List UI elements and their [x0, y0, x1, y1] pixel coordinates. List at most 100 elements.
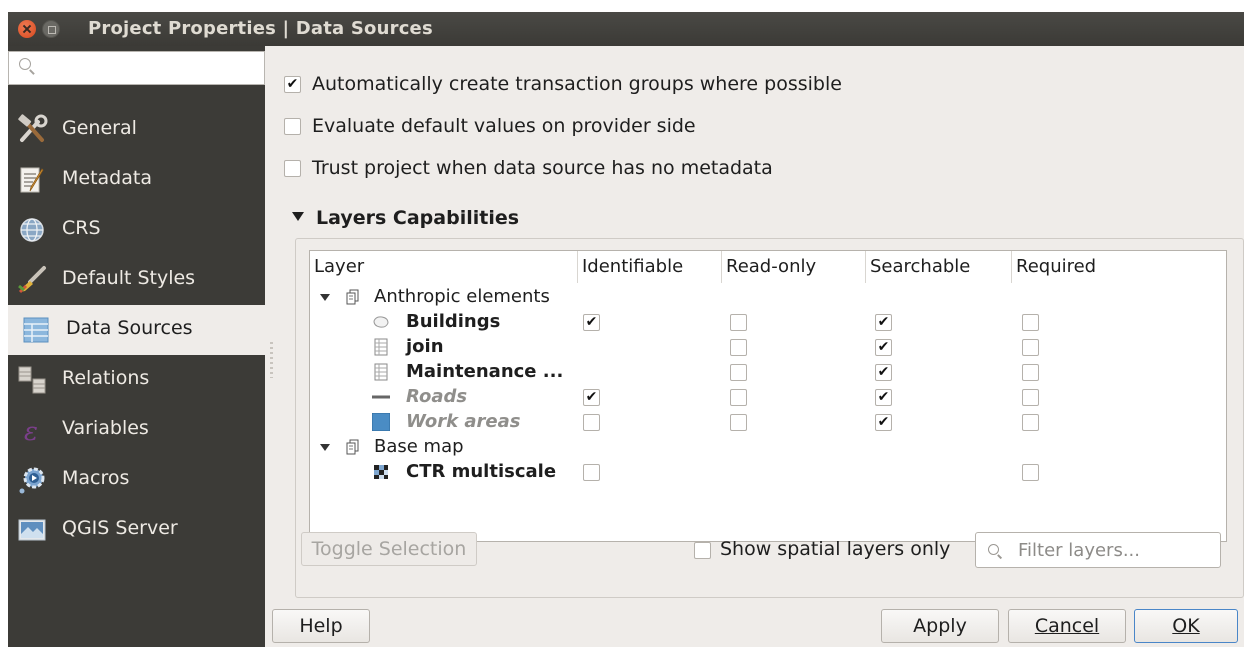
server-map-icon — [18, 519, 46, 541]
sidebar-item-label: QGIS Server — [62, 517, 178, 539]
relations-icon — [18, 366, 46, 394]
tree-row-layer[interactable]: Roads ✔ ✔ — [310, 385, 1226, 410]
column-header-required[interactable]: Required — [1012, 251, 1226, 283]
search-icon — [19, 58, 31, 70]
sidebar-item-general[interactable]: General — [8, 105, 265, 155]
option-label: Automatically create transaction groups … — [312, 73, 842, 95]
sidebar-item-label: Data Sources — [66, 317, 193, 339]
tree-row-group[interactable]: Base map — [310, 435, 1226, 460]
show-spatial-layers-checkbox[interactable] — [694, 542, 711, 559]
transaction-groups-checkbox[interactable]: ✔ — [284, 76, 301, 93]
readonly-checkbox[interactable] — [730, 364, 747, 381]
ok-button[interactable]: OK — [1134, 609, 1238, 643]
layer-name: Work areas — [406, 411, 521, 432]
table-layer-icon — [374, 338, 388, 356]
layer-group-icon — [346, 289, 359, 305]
required-checkbox[interactable] — [1022, 414, 1039, 431]
tree-row-group[interactable]: Anthropic elements — [310, 285, 1226, 310]
filter-layers-input[interactable]: Filter layers... — [975, 532, 1221, 568]
layer-name: Buildings — [406, 311, 501, 332]
layers-capabilities-header[interactable]: Layers Capabilities — [292, 207, 519, 229]
collapse-triangle-icon — [292, 212, 304, 221]
fill-layer-icon — [372, 413, 390, 431]
tree-row-layer[interactable]: Work areas ✔ — [310, 410, 1226, 435]
sidebar: General Metadata CRS Default Styles Data… — [8, 46, 265, 647]
sidebar-item-qgis-server[interactable]: QGIS Server — [8, 505, 265, 555]
table-icon — [23, 317, 49, 343]
title-bar: Project Properties | Data Sources — [8, 12, 1244, 46]
required-checkbox[interactable] — [1022, 314, 1039, 331]
trust-project-checkbox[interactable] — [284, 160, 301, 177]
required-checkbox[interactable] — [1022, 339, 1039, 356]
required-checkbox[interactable] — [1022, 364, 1039, 381]
tree-row-layer[interactable]: CTR multiscale — [310, 460, 1226, 485]
sidebar-item-label: General — [62, 117, 137, 139]
group-name: Base map — [374, 436, 464, 457]
layer-name: CTR multiscale — [406, 461, 557, 482]
hammer-wrench-icon — [18, 114, 48, 142]
line-layer-icon — [372, 395, 390, 399]
tree-row-layer[interactable]: Maintenance ... ✔ — [310, 360, 1226, 385]
identifiable-checkbox[interactable]: ✔ — [583, 314, 600, 331]
group-name: Anthropic elements — [374, 286, 550, 307]
splitter-handle[interactable] — [270, 342, 273, 378]
option-label: Trust project when data source has no me… — [312, 157, 773, 179]
show-spatial-layers-option[interactable]: Show spatial layers only — [694, 538, 964, 564]
sidebar-item-crs[interactable]: CRS — [8, 205, 265, 255]
searchable-checkbox[interactable]: ✔ — [875, 364, 892, 381]
layer-name: Roads — [406, 386, 468, 407]
sidebar-item-relations[interactable]: Relations — [8, 355, 265, 405]
readonly-checkbox[interactable] — [730, 314, 747, 331]
column-header-searchable[interactable]: Searchable — [866, 251, 1012, 283]
table-layer-icon — [374, 363, 388, 381]
sidebar-item-macros[interactable]: Macros — [8, 455, 265, 505]
readonly-checkbox[interactable] — [730, 414, 747, 431]
expand-arrow-icon[interactable] — [320, 444, 330, 451]
paintbrush-icon — [18, 266, 46, 294]
column-header-identifiable[interactable]: Identifiable — [578, 251, 722, 283]
sidebar-item-default-styles[interactable]: Default Styles — [8, 255, 265, 305]
section-title: Layers Capabilities — [316, 207, 520, 229]
project-properties-window: Project Properties | Data Sources Genera… — [8, 12, 1244, 647]
layer-group-icon — [346, 439, 359, 455]
searchable-checkbox[interactable]: ✔ — [875, 314, 892, 331]
search-icon — [988, 544, 999, 555]
identifiable-checkbox[interactable]: ✔ — [583, 389, 600, 406]
evaluate-defaults-checkbox[interactable] — [284, 118, 301, 135]
sidebar-item-label: Default Styles — [62, 267, 196, 289]
globe-icon — [20, 218, 44, 242]
sidebar-item-label: CRS — [62, 217, 101, 239]
identifiable-checkbox[interactable] — [583, 464, 600, 481]
layers-capabilities-table[interactable]: Layer Identifiable Read-only Searchable … — [309, 250, 1227, 542]
tree-row-layer[interactable]: join ✔ — [310, 335, 1226, 360]
macro-gear-icon — [19, 467, 45, 494]
sidebar-item-label: Metadata — [62, 167, 152, 189]
required-checkbox[interactable] — [1022, 389, 1039, 406]
readonly-checkbox[interactable] — [730, 389, 747, 406]
searchable-checkbox[interactable]: ✔ — [875, 414, 892, 431]
tree-row-layer[interactable]: Buildings ✔ ✔ — [310, 310, 1226, 335]
close-window-button[interactable] — [18, 20, 36, 38]
sidebar-search-input[interactable] — [8, 51, 265, 85]
raster-layer-icon — [374, 465, 388, 479]
searchable-checkbox[interactable]: ✔ — [875, 389, 892, 406]
sidebar-item-label: Variables — [62, 417, 149, 439]
apply-button[interactable]: Apply — [881, 609, 999, 643]
maximize-window-button[interactable] — [42, 20, 60, 38]
sidebar-item-metadata[interactable]: Metadata — [8, 155, 265, 205]
identifiable-checkbox[interactable] — [583, 414, 600, 431]
sidebar-item-data-sources[interactable]: Data Sources — [8, 305, 265, 355]
toggle-selection-button[interactable]: Toggle Selection — [301, 532, 477, 566]
expand-arrow-icon[interactable] — [320, 294, 330, 301]
help-button[interactable]: Help — [272, 609, 370, 643]
document-pencil-icon — [20, 167, 44, 193]
cancel-button[interactable]: Cancel — [1008, 609, 1126, 643]
column-header-readonly[interactable]: Read-only — [722, 251, 866, 283]
svg-text:ε: ε — [24, 417, 38, 446]
required-checkbox[interactable] — [1022, 464, 1039, 481]
searchable-checkbox[interactable]: ✔ — [875, 339, 892, 356]
readonly-checkbox[interactable] — [730, 339, 747, 356]
epsilon-icon: ε — [24, 417, 38, 446]
sidebar-item-variables[interactable]: ε Variables — [8, 405, 265, 455]
column-header-layer[interactable]: Layer — [310, 251, 578, 283]
